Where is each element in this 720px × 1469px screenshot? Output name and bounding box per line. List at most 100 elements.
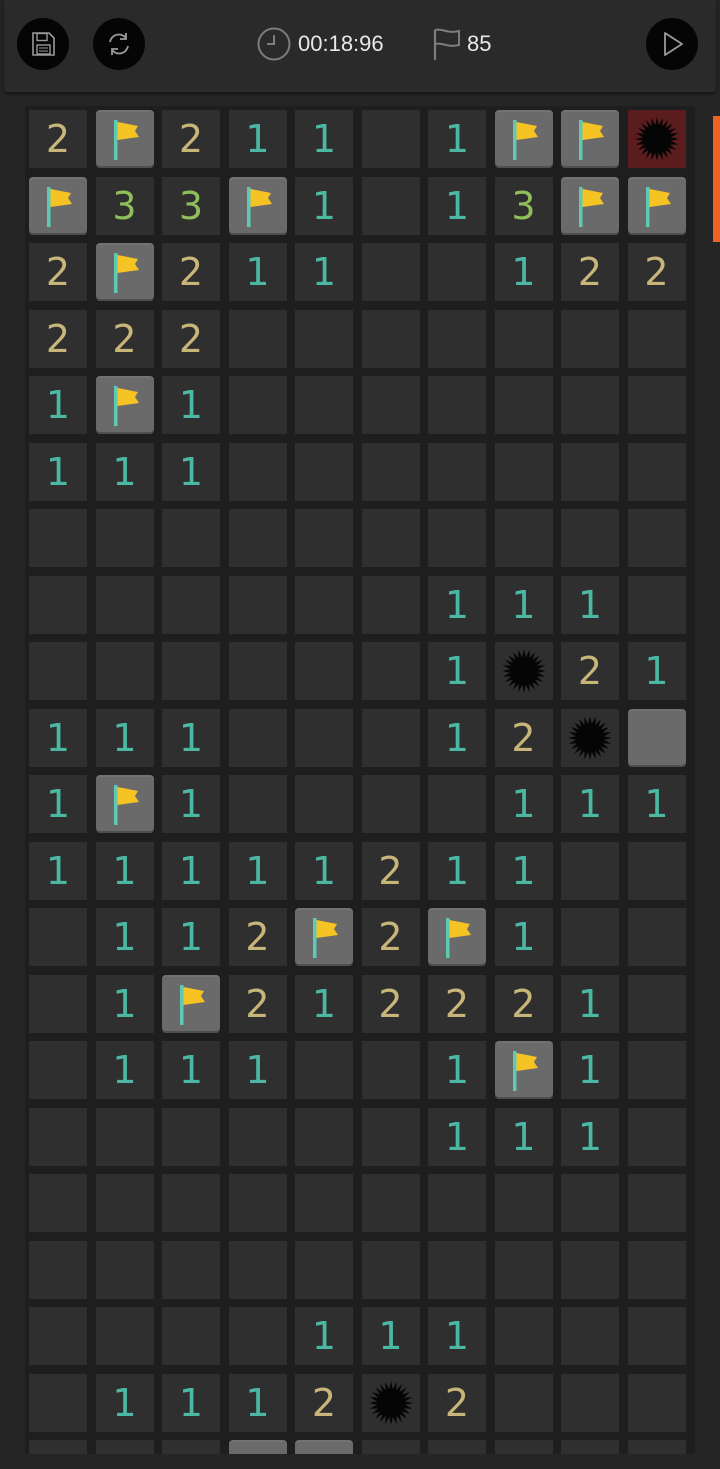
cell-mine[interactable]: [561, 708, 619, 767]
cell-empty[interactable]: [561, 1174, 619, 1232]
cell-number[interactable]: 3: [494, 176, 553, 235]
cell-flagged[interactable]: [228, 176, 287, 235]
cell-flagged[interactable]: [29, 176, 87, 235]
cell-empty[interactable]: [428, 1440, 486, 1454]
cell-empty[interactable]: [494, 1440, 553, 1454]
cell-number[interactable]: 1: [561, 1107, 619, 1166]
cell-mine[interactable]: [494, 642, 553, 700]
cell-empty[interactable]: [494, 1307, 553, 1365]
cell-number[interactable]: 1: [561, 1041, 619, 1099]
cell-empty[interactable]: [361, 775, 420, 833]
cell-number[interactable]: 3: [162, 176, 220, 235]
cell-empty[interactable]: [361, 708, 420, 767]
cell-empty[interactable]: [627, 1307, 686, 1365]
cell-empty[interactable]: [627, 1373, 686, 1432]
cell-number[interactable]: 1: [162, 376, 220, 434]
cell-empty[interactable]: [627, 575, 686, 634]
cell-empty[interactable]: [162, 642, 220, 700]
cell-empty[interactable]: [95, 1174, 154, 1232]
cell-number[interactable]: 1: [29, 442, 87, 501]
cell-number[interactable]: 1: [95, 974, 154, 1033]
cell-empty[interactable]: [561, 1240, 619, 1299]
cell-number[interactable]: 2: [29, 110, 87, 168]
cell-empty[interactable]: [561, 509, 619, 567]
cell-number[interactable]: 1: [162, 708, 220, 767]
cell-empty[interactable]: [295, 1107, 353, 1166]
cell-number[interactable]: 1: [162, 1373, 220, 1432]
cell-flagged[interactable]: [561, 110, 619, 168]
cell-empty[interactable]: [228, 708, 287, 767]
cell-empty[interactable]: [295, 376, 353, 434]
cell-number[interactable]: 1: [428, 1307, 486, 1365]
cell-mine[interactable]: [361, 1373, 420, 1432]
cell-number[interactable]: 1: [494, 243, 553, 301]
cell-number[interactable]: 1: [29, 376, 87, 434]
minefield-grid[interactable]: 2211133113221112222211111111121111121111…: [25, 106, 695, 1454]
cell-number[interactable]: 3: [95, 176, 154, 235]
cell-number[interactable]: 1: [561, 775, 619, 833]
cell-number[interactable]: 1: [428, 176, 486, 235]
cell-empty[interactable]: [627, 309, 686, 368]
cell-number[interactable]: 1: [29, 775, 87, 833]
cell-empty[interactable]: [428, 442, 486, 501]
cell-empty[interactable]: [361, 110, 420, 168]
cell-number[interactable]: 1: [494, 775, 553, 833]
cell-number[interactable]: 1: [162, 1041, 220, 1099]
cell-empty[interactable]: [428, 775, 486, 833]
cell-empty[interactable]: [561, 1307, 619, 1365]
cell-flagged[interactable]: [627, 176, 686, 235]
cell-number[interactable]: 1: [428, 1107, 486, 1166]
cell-flagged[interactable]: [428, 908, 486, 966]
cell-number[interactable]: 1: [494, 841, 553, 900]
cell-empty[interactable]: [295, 309, 353, 368]
cell-number[interactable]: 1: [29, 841, 87, 900]
cell-number[interactable]: 1: [228, 1373, 287, 1432]
cell-number[interactable]: 1: [428, 708, 486, 767]
cell-number[interactable]: 2: [428, 974, 486, 1033]
cell-number[interactable]: 1: [295, 110, 353, 168]
cell-empty[interactable]: [29, 575, 87, 634]
save-button[interactable]: [17, 18, 69, 70]
cell-empty[interactable]: [627, 1107, 686, 1166]
cell-empty[interactable]: [228, 309, 287, 368]
cell-empty[interactable]: [29, 1307, 87, 1365]
cell-number[interactable]: 2: [361, 908, 420, 966]
cell-number[interactable]: 1: [29, 708, 87, 767]
cell-number[interactable]: 1: [228, 841, 287, 900]
cell-number[interactable]: 1: [295, 974, 353, 1033]
cell-empty[interactable]: [228, 376, 287, 434]
cell-empty[interactable]: [29, 1174, 87, 1232]
cell-number[interactable]: 2: [228, 908, 287, 966]
cell-number[interactable]: 1: [95, 1041, 154, 1099]
cell-empty[interactable]: [162, 1440, 220, 1454]
cell-empty[interactable]: [561, 1373, 619, 1432]
cell-empty[interactable]: [228, 442, 287, 501]
cell-empty[interactable]: [295, 1041, 353, 1099]
cell-empty[interactable]: [361, 442, 420, 501]
cell-empty[interactable]: [361, 575, 420, 634]
cell-empty[interactable]: [228, 1107, 287, 1166]
cell-empty[interactable]: [162, 1107, 220, 1166]
cell-empty[interactable]: [95, 1107, 154, 1166]
cell-empty[interactable]: [295, 775, 353, 833]
cell-number[interactable]: 2: [627, 243, 686, 301]
cell-empty[interactable]: [95, 1440, 154, 1454]
cell-empty[interactable]: [295, 509, 353, 567]
cell-empty[interactable]: [627, 376, 686, 434]
cell-empty[interactable]: [428, 509, 486, 567]
cell-empty[interactable]: [228, 775, 287, 833]
cell-empty[interactable]: [29, 1107, 87, 1166]
cell-empty[interactable]: [494, 1174, 553, 1232]
cell-number[interactable]: 1: [561, 974, 619, 1033]
cell-empty[interactable]: [627, 1240, 686, 1299]
cell-empty[interactable]: [428, 243, 486, 301]
restart-button[interactable]: [93, 18, 145, 70]
cell-empty[interactable]: [95, 642, 154, 700]
cell-number[interactable]: 1: [295, 243, 353, 301]
cell-number[interactable]: 1: [228, 243, 287, 301]
cell-empty[interactable]: [95, 575, 154, 634]
cell-empty[interactable]: [95, 1307, 154, 1365]
cell-number[interactable]: 2: [162, 243, 220, 301]
cell-empty[interactable]: [361, 376, 420, 434]
cell-empty[interactable]: [361, 176, 420, 235]
